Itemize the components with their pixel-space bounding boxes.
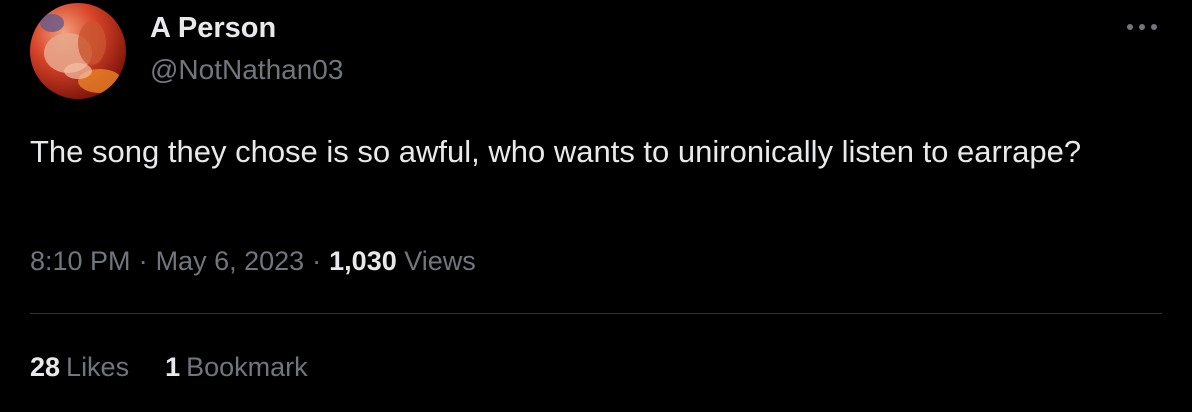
tweet-time-link[interactable]: 8:10 PM — [30, 246, 131, 276]
author-display-name[interactable]: A Person — [150, 12, 276, 45]
avatar-photo-icon — [30, 3, 126, 99]
more-options-button[interactable] — [1124, 12, 1164, 42]
likes-stat-link[interactable]: 28 Likes — [30, 352, 129, 383]
tweet-card: A Person @NotNathan03 The song they chos… — [0, 0, 1192, 412]
bookmarks-stat-link[interactable]: 1 Bookmark — [165, 352, 308, 383]
bookmarks-count: 1 — [165, 352, 181, 382]
divider — [30, 313, 1162, 314]
more-horizontal-icon — [1127, 24, 1157, 30]
likes-label: Likes — [66, 352, 130, 382]
tweet-meta: 8:10 PM · May 6, 2023 · 1,030 Views — [30, 246, 476, 277]
views-count: 1,030 — [329, 246, 397, 276]
tweet-stats: 28 Likes 1 Bookmark — [30, 352, 344, 383]
likes-count: 28 — [30, 352, 61, 382]
bookmarks-label: Bookmark — [186, 352, 308, 382]
meta-separator: · — [312, 246, 322, 276]
meta-separator: · — [138, 246, 148, 276]
avatar[interactable] — [30, 3, 126, 99]
tweet-date-link[interactable]: May 6, 2023 — [156, 246, 305, 276]
tweet-text: The song they chose is so awful, who wan… — [30, 134, 1082, 169]
author-handle[interactable]: @NotNathan03 — [150, 54, 343, 86]
views-label: Views — [404, 246, 476, 276]
